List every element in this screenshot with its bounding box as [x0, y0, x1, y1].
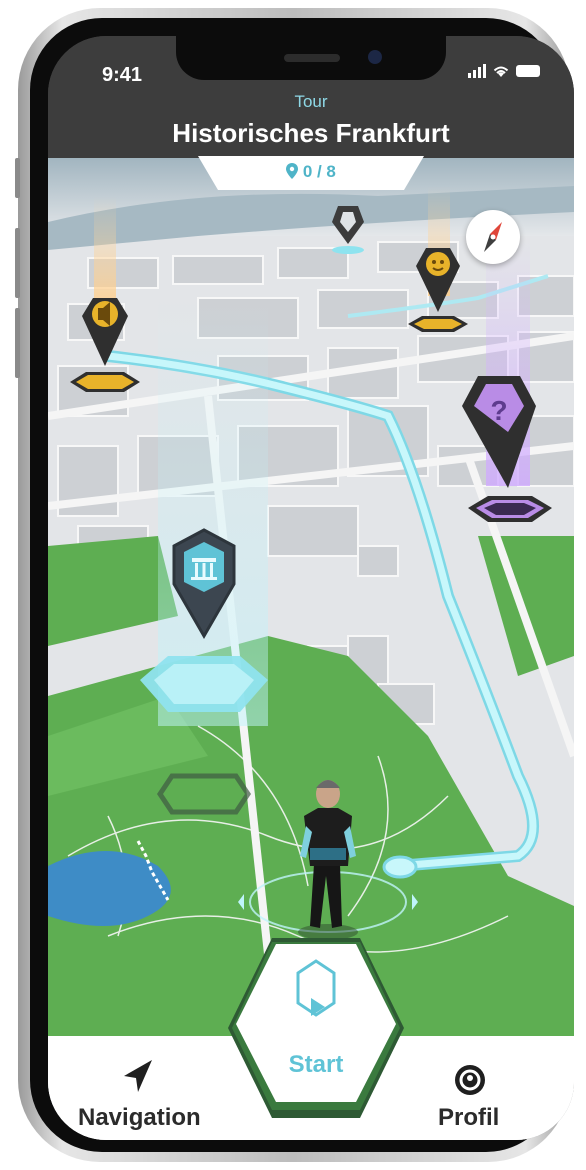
navigation-tab-label[interactable]: Navigation — [78, 1104, 201, 1132]
battery-icon — [516, 65, 540, 77]
header: 9:41 Tour Historisches Frankfurt — [48, 36, 574, 158]
start-label[interactable]: Start — [228, 1051, 404, 1079]
mask-icon — [432, 260, 436, 264]
compass-icon — [484, 222, 502, 252]
status-time: 9:41 — [102, 64, 143, 86]
phone-frame: ? 9:41 Tour Historisches Frankfurt 0 / 8… — [15, 8, 574, 1162]
route-end-dot — [382, 855, 418, 879]
wifi-icon — [493, 66, 509, 77]
status-icons — [468, 64, 540, 78]
compass-button[interactable] — [466, 210, 520, 264]
progress-text: 0 / 8 — [302, 162, 336, 181]
volume-down-button — [15, 308, 20, 378]
tour-title: Historisches Frankfurt — [172, 118, 450, 148]
volume-up-button — [15, 228, 20, 298]
progress-counter: 0 / 8 — [198, 156, 424, 190]
speaker-grill — [284, 54, 340, 62]
question-icon: ? — [490, 395, 507, 426]
tour-subtitle: Tour — [294, 92, 328, 111]
profile-icon[interactable] — [452, 1062, 488, 1098]
navigation-arrow-icon[interactable] — [118, 1056, 158, 1096]
mute-switch — [15, 158, 20, 198]
notch — [176, 36, 446, 80]
app-screen: ? 9:41 Tour Historisches Frankfurt 0 / 8… — [48, 36, 574, 1140]
profile-tab-label[interactable]: Profil — [438, 1104, 499, 1132]
location-pin-icon — [286, 163, 299, 179]
beam-music — [94, 196, 116, 306]
front-camera — [368, 50, 382, 64]
column-icon — [192, 558, 216, 562]
signal-icon — [468, 64, 486, 78]
start-button[interactable] — [228, 938, 404, 1118]
